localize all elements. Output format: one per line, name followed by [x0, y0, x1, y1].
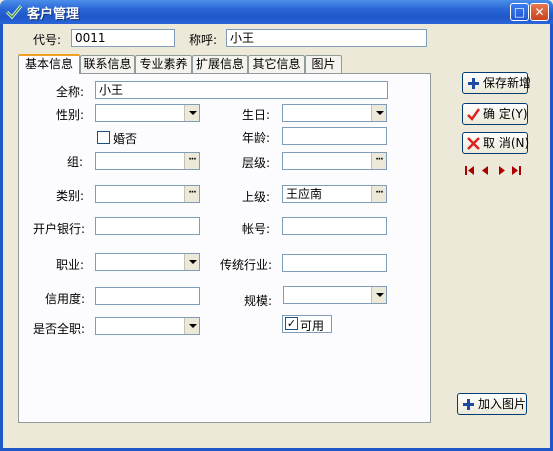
superior-label: 上级:: [242, 190, 271, 204]
enabled-checkbox[interactable]: ✓: [285, 317, 298, 330]
maximize-button[interactable]: □: [510, 3, 529, 21]
chevron-down-icon[interactable]: [184, 254, 199, 270]
tab-extended-info[interactable]: 扩展信息: [192, 55, 248, 73]
tab-basic-info[interactable]: 基本信息: [18, 54, 80, 74]
enabled-label: 可用: [300, 319, 325, 333]
plus-icon: [463, 399, 474, 410]
ellipsis-icon[interactable]: ···: [371, 153, 386, 169]
age-input[interactable]: [282, 127, 387, 145]
checkmark-icon: [467, 108, 481, 121]
category-label: 类别:: [56, 189, 85, 203]
level-lookup[interactable]: ···: [282, 152, 387, 170]
account-label: 帐号:: [242, 222, 271, 236]
nickname-input[interactable]: 小王: [226, 29, 427, 47]
birthday-picker[interactable]: [282, 104, 387, 122]
ellipsis-icon[interactable]: ···: [184, 186, 199, 202]
cancel-label: 取 消(N): [483, 136, 530, 150]
basic-info-panel: [18, 73, 431, 423]
industry-label: 传统行业:: [220, 258, 273, 272]
job-label: 职业:: [56, 258, 85, 272]
next-record-icon[interactable]: [496, 165, 507, 176]
ellipsis-icon[interactable]: ···: [371, 186, 386, 202]
group-label: 组:: [67, 155, 84, 169]
confirm-label: 确 定(Y): [483, 107, 528, 121]
tab-contact-info[interactable]: 联系信息: [80, 55, 135, 73]
fulltime-label: 是否全职:: [33, 322, 86, 336]
save-new-button[interactable]: 保存新增: [462, 72, 532, 94]
nickname-label: 称呼:: [189, 33, 218, 47]
tab-other-info[interactable]: 其它信息: [248, 55, 305, 73]
ellipsis-icon[interactable]: ···: [184, 153, 199, 169]
check-app-icon: [5, 5, 23, 20]
chevron-down-icon[interactable]: [371, 287, 386, 303]
chevron-down-icon[interactable]: [371, 105, 386, 121]
first-record-icon[interactable]: [464, 165, 475, 176]
plus-icon: [468, 78, 479, 89]
previous-record-icon[interactable]: [480, 165, 491, 176]
married-label: 婚否: [113, 132, 138, 146]
cancel-button[interactable]: 取 消(N): [462, 132, 530, 154]
fulltime-select[interactable]: [95, 317, 200, 335]
confirm-button[interactable]: 确 定(Y): [462, 103, 528, 125]
scale-select[interactable]: [283, 286, 387, 304]
code-input[interactable]: 0011: [71, 29, 175, 47]
credit-label: 信用度:: [45, 292, 86, 306]
level-label: 层级:: [242, 156, 271, 170]
last-record-icon[interactable]: [511, 165, 522, 176]
bank-label: 开户银行:: [33, 222, 86, 236]
window-title: 客户管理: [27, 7, 80, 22]
tab-pictures[interactable]: 图片: [305, 55, 342, 73]
gender-label: 性别:: [56, 108, 85, 122]
married-checkbox[interactable]: [97, 131, 110, 144]
job-select[interactable]: [95, 253, 200, 271]
age-label: 年龄:: [242, 131, 271, 145]
birthday-label: 生日:: [242, 108, 271, 122]
fullname-input[interactable]: 小王: [95, 81, 388, 99]
close-button[interactable]: ✕: [530, 3, 549, 21]
account-input[interactable]: [282, 217, 387, 235]
add-picture-button[interactable]: 加入图片: [457, 393, 527, 415]
gender-select[interactable]: [95, 104, 200, 122]
add-picture-label: 加入图片: [478, 397, 527, 411]
save-new-label: 保存新增: [483, 76, 532, 90]
group-lookup[interactable]: ···: [95, 152, 200, 170]
fullname-label: 全称:: [56, 85, 85, 99]
superior-lookup[interactable]: 王应南 ···: [282, 185, 387, 203]
superior-value: 王应南: [286, 187, 323, 201]
industry-input[interactable]: [282, 254, 387, 272]
tab-professional[interactable]: 专业素养: [135, 55, 192, 73]
bank-input[interactable]: [95, 217, 200, 235]
category-lookup[interactable]: ···: [95, 185, 200, 203]
credit-input[interactable]: [95, 287, 200, 305]
title-bar: 客户管理 □ ✕: [0, 0, 553, 24]
code-label: 代号:: [33, 33, 62, 47]
chevron-down-icon[interactable]: [184, 318, 199, 334]
chevron-down-icon[interactable]: [184, 105, 199, 121]
scale-label: 规模:: [244, 294, 273, 308]
x-icon: [467, 137, 480, 150]
